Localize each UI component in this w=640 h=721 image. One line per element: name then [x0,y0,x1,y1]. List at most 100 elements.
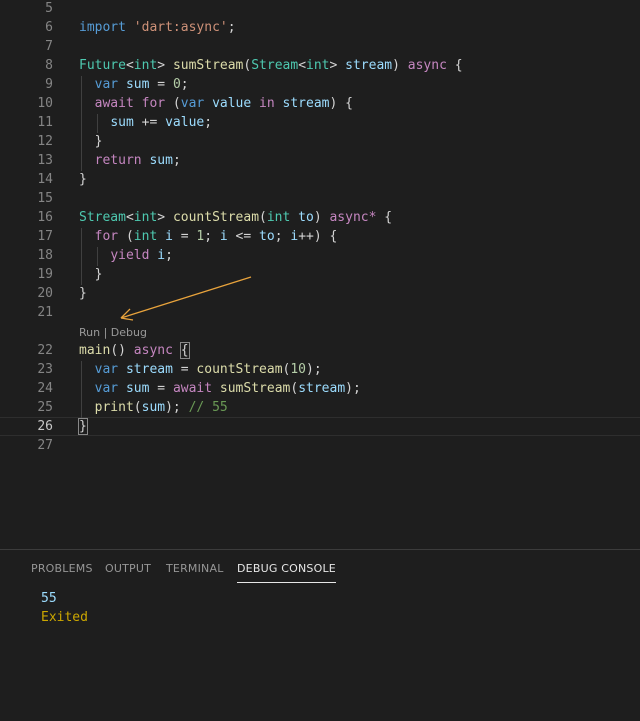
line-number: 19 [37,267,53,282]
code-token: sum [125,381,150,396]
code-token: value [212,96,252,111]
code-token: ; [274,229,291,244]
code-token: 'dart:async' [133,20,228,35]
code-line[interactable]: 16 Stream<int> countStream(int to) async*… [0,208,640,227]
code-token: async* [329,210,377,225]
code-line[interactable]: 15 [0,189,640,208]
code-line[interactable]: 11 sum += value; [0,113,640,132]
line-number: 15 [37,191,53,206]
code-token: ; [227,20,236,35]
line-number: 25 [37,400,53,415]
codelens-debug-link[interactable]: Debug [111,326,147,339]
code-token: ( [133,400,142,415]
line-code: Stream<int> countStream(int to) async* { [79,208,392,227]
indent-guide [81,361,82,418]
code-token: return [94,153,142,168]
indent-guide [97,114,98,133]
tab-problems[interactable]: PROBLEMS [31,562,93,582]
line-number: 26 [37,419,53,434]
code-token: ( [290,381,299,396]
tab-output[interactable]: OUTPUT [105,562,151,582]
line-code: print(sum); // 55 [79,398,228,417]
code-token: sum [149,153,173,168]
code-line[interactable]: 24 var sum = await sumStream(stream); [0,379,640,398]
code-token: Future [79,58,126,73]
line-number: 22 [37,343,53,358]
code-token: value [165,115,205,130]
code-line[interactable]: 25 print(sum); // 55 [0,398,640,417]
code-token: ) [392,58,408,73]
code-token: <= [227,229,260,244]
code-line[interactable]: 9 var sum = 0; [0,75,640,94]
codelens: Run | Debug [79,325,147,341]
line-number: 23 [37,362,53,377]
code-editor[interactable]: 5 6 import 'dart:async'; 7 8 Future<int> sumS… [0,0,640,549]
code-line[interactable]: 12 } [0,132,640,151]
code-token: to [259,229,275,244]
code-line[interactable]: 22 main() async { [0,341,640,360]
line-number: 13 [37,153,53,168]
codelens-run-link[interactable]: Run [79,326,100,339]
code-token: ); [345,381,361,396]
line-code: yield i; [79,246,173,265]
code-line[interactable]: 7 [0,37,640,56]
codelens-separator: | [100,326,111,339]
line-code: sum += value; [79,113,212,132]
code-token: } [79,286,87,301]
line-code: await for (var value in stream) { [79,94,353,113]
code-token: var [180,96,205,111]
code-token: } [79,134,103,149]
code-token: } [78,418,88,435]
line-number: 17 [37,229,53,244]
line-code: } [79,284,87,303]
code-token: int [133,210,158,225]
code-line[interactable]: 19 } [0,265,640,284]
code-line[interactable]: 13 return sum; [0,151,640,170]
code-token: ; [180,77,189,92]
line-code: Future<int> sumStream(Stream<int> stream… [79,56,463,75]
line-code: for (int i = 1; i <= to; i++) { [79,227,338,246]
code-line[interactable]: 17 for (int i = 1; i <= to; i++) { [0,227,640,246]
code-token: 0 [172,77,181,92]
code-token: { [446,58,463,73]
line-number: 24 [37,381,53,396]
code-token: stream [282,96,330,111]
code-token: countStream [172,210,260,225]
code-token: ; [204,229,220,244]
code-token: stream [125,362,173,377]
code-line[interactable]: 26} [0,417,640,436]
code-token: for [141,96,166,111]
code-token: i [157,248,166,263]
code-line[interactable]: 8 Future<int> sumStream(Stream<int> strea… [0,56,640,75]
bottom-panel: PROBLEMS OUTPUT TERMINAL DEBUG CONSOLE 5… [0,549,640,721]
tab-debug-console[interactable]: DEBUG CONSOLE [237,562,336,583]
code-line[interactable]: 10 await for (var value in stream) { [0,94,640,113]
code-line[interactable]: 23 var stream = countStream(10); [0,360,640,379]
tab-terminal[interactable]: TERMINAL [166,562,224,582]
code-token: i [290,229,299,244]
code-line[interactable]: 20} [0,284,640,303]
code-token: yield [110,248,150,263]
code-token: int [306,58,330,73]
code-token: ( [165,96,181,111]
code-line[interactable]: 6 import 'dart:async'; [0,18,640,37]
code-token: () [110,343,134,358]
line-code: main() async { [79,341,190,360]
code-line[interactable]: 14} [0,170,640,189]
code-token: var [94,362,119,377]
line-number: 27 [37,438,53,453]
code-token: // 55 [188,400,228,415]
code-token: ; [172,153,181,168]
code-line[interactable]: 21 [0,303,640,322]
code-line[interactable]: 27 [0,436,640,455]
code-line[interactable]: 18 yield i; [0,246,640,265]
code-token: var [94,381,119,396]
code-token: int [133,58,158,73]
code-line[interactable]: 5 [0,0,640,18]
